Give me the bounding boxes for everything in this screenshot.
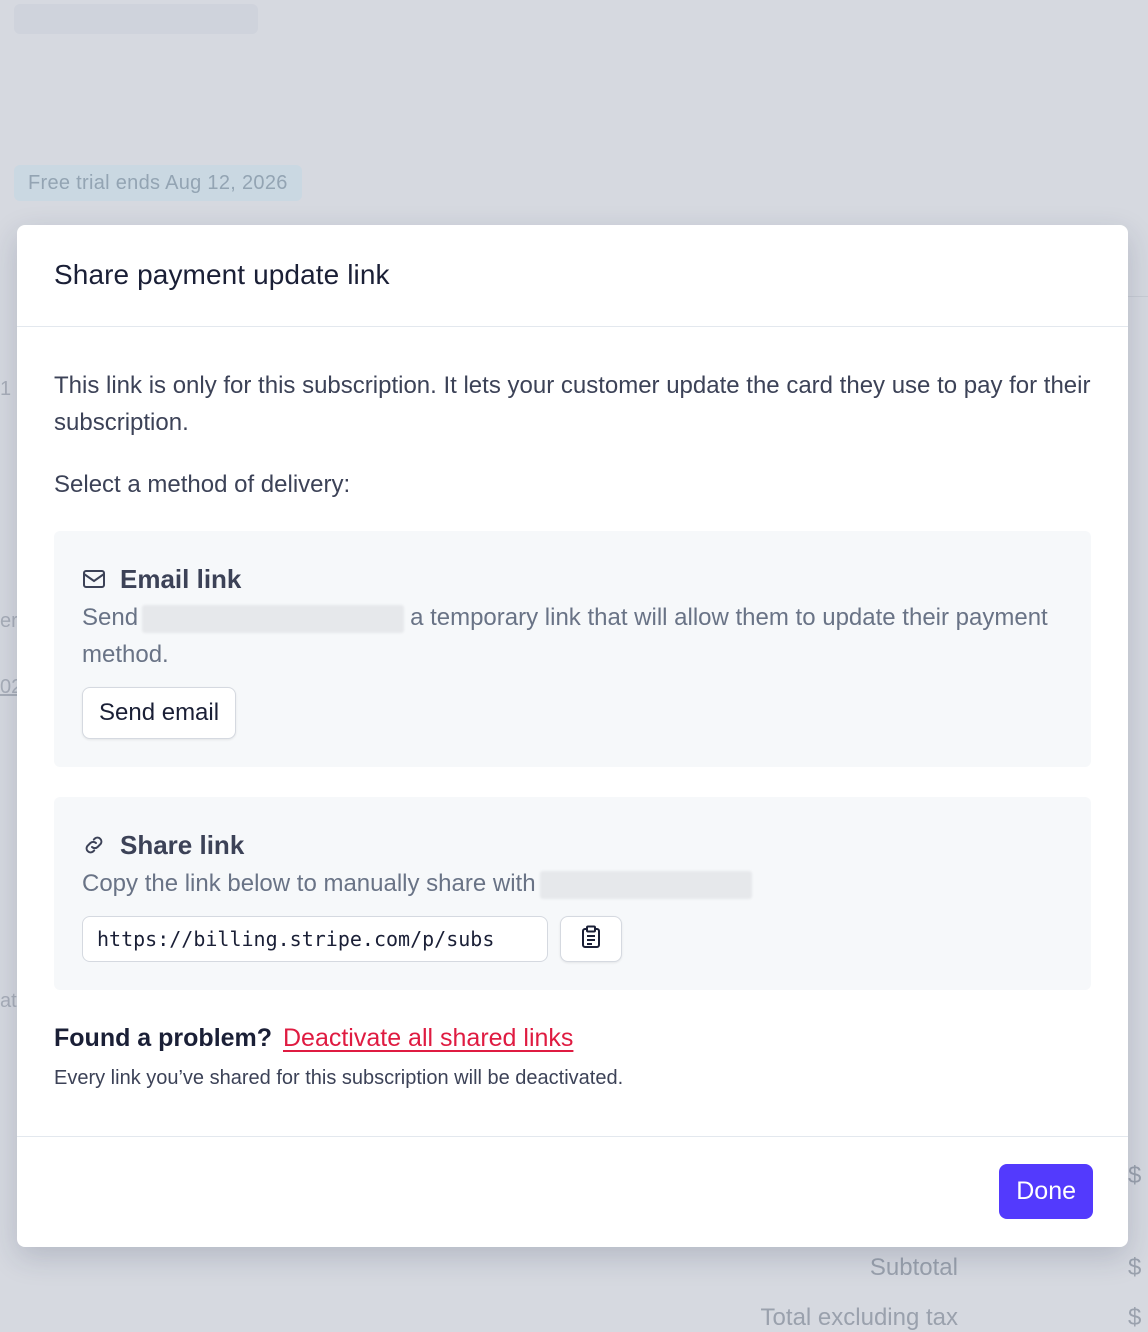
dialog-body: This link is only for this subscription.… [17, 327, 1128, 1090]
dialog-footer: Done [17, 1136, 1128, 1247]
send-email-button[interactable]: Send email [82, 687, 237, 739]
dialog-title: Share payment update link [54, 259, 390, 290]
background-edge-fragment: 1 [0, 378, 12, 400]
problem-section: Found a problem? Deactivate all shared l… [54, 1024, 1091, 1090]
redacted-customer-name [142, 604, 405, 633]
share-link-description: Copy the link below to manually share wi… [82, 865, 1063, 902]
share-payment-link-dialog: Share payment update link This link is o… [17, 225, 1128, 1247]
clipboard-icon [581, 925, 601, 954]
subtotal-value: $ [1128, 1254, 1142, 1281]
email-link-header: Email link [82, 561, 1063, 597]
dialog-intro-text: This link is only for this subscription.… [54, 372, 1091, 436]
background-edge-fragment: at [0, 990, 17, 1012]
total-excluding-tax-label: Total excluding tax [760, 1304, 958, 1331]
trial-status-badge: Free trial ends Aug 12, 2026 [14, 165, 302, 201]
email-desc-prefix: Send [82, 604, 139, 631]
share-desc-prefix: Copy the link below to manually share wi… [82, 870, 536, 897]
subtotal-label: Subtotal [869, 1254, 958, 1281]
delivery-method-label: Select a method of delivery: [54, 471, 351, 498]
link-icon [82, 833, 106, 857]
deactivate-all-links-link[interactable]: Deactivate all shared links [283, 1024, 573, 1052]
problem-question: Found a problem? [54, 1024, 273, 1052]
dialog-header: Share payment update link [17, 225, 1128, 327]
share-link-title: Share link [120, 829, 245, 860]
payment-link-field[interactable]: https://billing.stripe.com/p/subs [82, 916, 548, 962]
background-title-placeholder [14, 4, 258, 34]
redacted-customer-name [539, 870, 752, 899]
background-edge-fragment: er [0, 610, 18, 632]
email-link-description: Send a temporary link that will allow the… [82, 599, 1063, 673]
deactivate-note: Every link you’ve shared for this subscr… [54, 1067, 624, 1089]
share-link-header: Share link [82, 827, 1063, 863]
problem-line: Found a problem? Deactivate all shared l… [54, 1024, 1091, 1053]
done-button[interactable]: Done [999, 1164, 1093, 1219]
email-link-option: Email link Send a temporary link that wil… [54, 531, 1091, 767]
copy-link-button[interactable] [560, 916, 622, 962]
mail-icon [82, 567, 106, 591]
share-link-row: https://billing.stripe.com/p/subs [82, 916, 1063, 962]
background-edge-fragment: $ [1128, 1162, 1142, 1189]
email-link-title: Email link [120, 563, 242, 594]
share-link-option: Share link Copy the link below to manual… [54, 797, 1091, 990]
background-divider [1128, 296, 1148, 297]
total-excluding-tax-value: $ [1128, 1304, 1142, 1331]
